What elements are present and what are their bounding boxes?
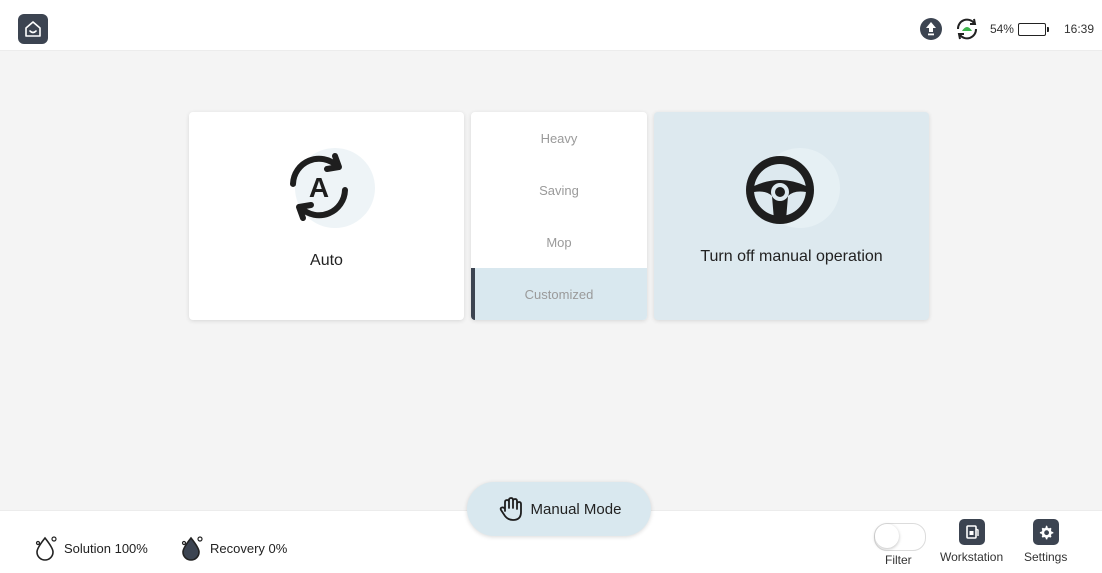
filter-toggle-knob [875,524,899,548]
mode-mop[interactable]: Mop [471,216,647,268]
filter-toggle[interactable] [874,523,926,551]
home-button[interactable] [18,14,48,44]
mode-saving[interactable]: Saving [471,164,647,216]
settings-label: Settings [1024,550,1068,564]
upload-icon [919,18,942,40]
battery-icon [1017,22,1049,36]
cleaning-mode-list: Heavy Saving Mop Customized [471,112,647,320]
steering-wheel-icon [746,148,840,228]
battery-indicator: 54% [989,22,1049,36]
recovery-label: Recovery 0% [210,540,288,556]
water-drop-icon [181,536,203,561]
workstation-button[interactable]: Workstation [940,519,1003,564]
manual-mode-label: Manual Mode [530,500,622,518]
workstation-label: Workstation [940,550,1004,564]
water-drop-icon [35,536,57,561]
solution-label: Solution 100% [64,540,148,556]
battery-percent: 54% [989,22,1014,36]
workstation-icon [965,525,979,539]
hand-icon [499,497,522,521]
manual-operation-card[interactable]: Turn off manual operation [654,112,929,320]
status-area: 54% 16:39 [918,14,1094,44]
settings-icon-box [1032,519,1059,545]
clock: 16:39 [1063,22,1094,36]
settings-button[interactable]: Settings [1024,519,1067,564]
manual-operation-label: Turn off manual operation [700,248,883,265]
solution-tank: Solution 100% [34,535,148,561]
upload-button[interactable] [918,16,944,42]
gear-icon [1039,525,1053,540]
home-icon [25,21,41,37]
sync-button[interactable] [954,16,980,42]
auto-label: Auto [310,252,343,269]
mode-heavy[interactable]: Heavy [471,112,647,164]
manual-mode-button[interactable]: Manual Mode [467,482,651,536]
svg-text:A: A [309,172,329,203]
top-bar: 54% 16:39 [0,0,1102,51]
auto-mode-icon: A [290,148,375,228]
workstation-icon-box [958,519,985,545]
auto-mode-card[interactable]: A Auto [189,112,464,320]
recovery-tank: Recovery 0% [180,535,287,561]
filter-label: Filter [885,553,912,567]
mode-customized[interactable]: Customized [471,268,647,320]
sync-icon [956,18,977,40]
